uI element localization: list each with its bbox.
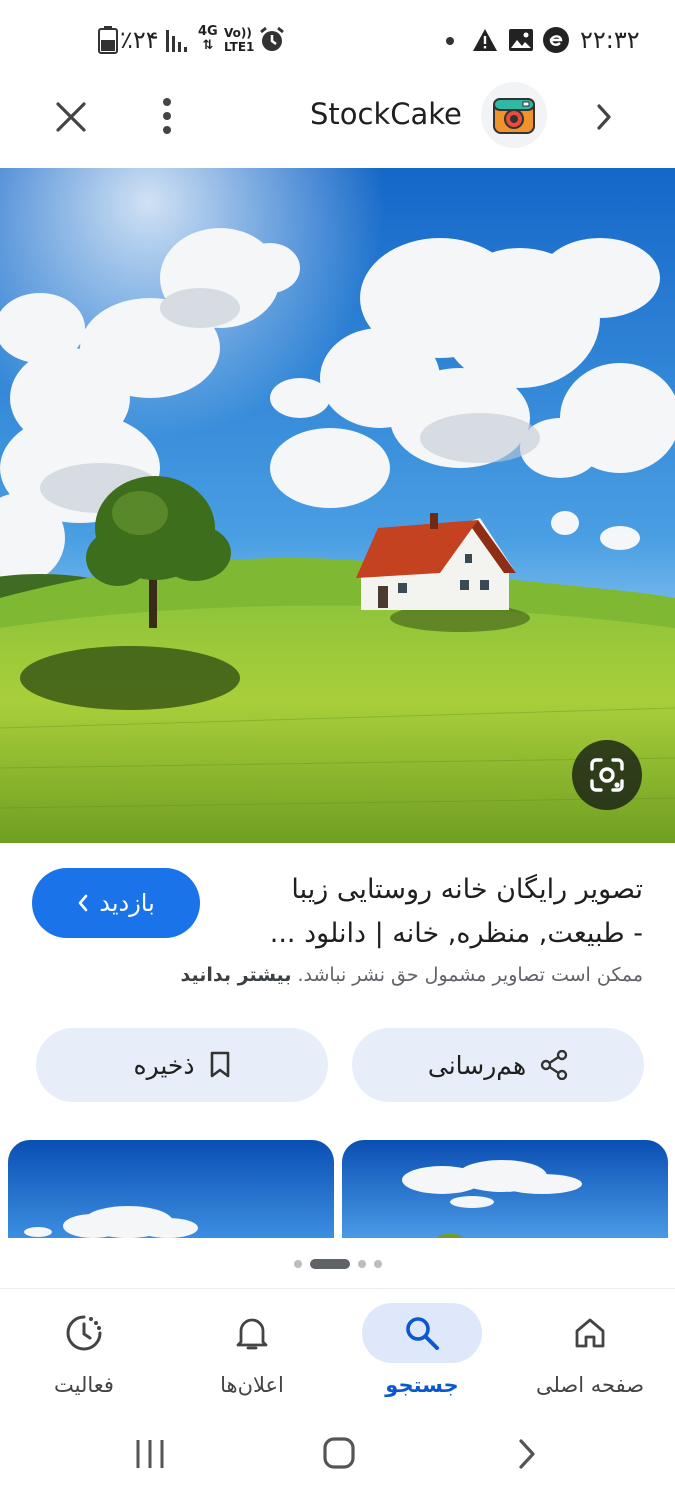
result-title[interactable]: تصویر رایگان خانه روستایی زیبا - طبیعت, …: [223, 868, 643, 956]
site-favicon[interactable]: [481, 82, 547, 148]
back-icon[interactable]: [516, 1438, 538, 1470]
activity-icon: [66, 1315, 102, 1351]
visit-button[interactable]: بازدید: [32, 868, 200, 938]
bottom-navigation: صفحه اصلی جستجو اعلان‌ها فعالیت: [0, 1288, 675, 1417]
nav-search-label: جستجو: [385, 1373, 459, 1397]
home-button-icon[interactable]: [322, 1436, 356, 1470]
result-title-line2: - طبیعت, منظره, خانه | دانلود ...: [269, 918, 643, 949]
copyright-notice: ممکن است تصاویر مشمول حق نشر نباشد. بیشت…: [23, 964, 643, 986]
share-label: هم‌رسانی: [427, 1050, 527, 1080]
visit-label: بازدید: [99, 889, 155, 917]
save-button[interactable]: ذخیره: [36, 1028, 328, 1102]
top-bar: StockCake: [0, 80, 675, 168]
warning-icon: [473, 29, 497, 51]
related-image-thumbnail[interactable]: [342, 1140, 668, 1238]
bookmark-icon: [210, 1051, 229, 1078]
save-label: ذخیره: [133, 1050, 195, 1080]
nav-home[interactable]: صفحه اصلی: [510, 1289, 670, 1417]
nav-search[interactable]: جستجو: [342, 1289, 502, 1417]
notification-dot: [446, 37, 454, 45]
camera-logo-icon: [493, 98, 535, 134]
chevron-icon: [78, 894, 88, 912]
nav-home-label: صفحه اصلی: [535, 1373, 645, 1397]
nav-search-icon-wrap: [362, 1303, 482, 1363]
nav-notifications-label: اعلان‌ها: [220, 1373, 284, 1397]
carousel-dot-active: [309, 1259, 350, 1269]
nav-notifications-icon-wrap: [192, 1303, 312, 1363]
lens-button[interactable]: [572, 740, 642, 810]
battery-icon: [98, 26, 118, 54]
home-icon: [575, 1318, 605, 1348]
recent-apps-icon[interactable]: [134, 1438, 166, 1470]
signal-icon: [166, 30, 187, 52]
share-button[interactable]: هم‌رسانی: [352, 1028, 644, 1102]
more-options-icon[interactable]: [158, 96, 176, 136]
result-image[interactable]: [0, 168, 675, 843]
copyright-text: ممکن است تصاویر مشمول حق نشر نباشد.: [297, 964, 644, 986]
nav-home-icon-wrap: [530, 1303, 650, 1363]
alarm-icon: [260, 26, 284, 51]
battery-percent: ٪۲۴: [120, 26, 159, 54]
carousel-dot: [293, 1260, 302, 1268]
nav-activity-label: فعالیت: [54, 1373, 114, 1397]
nav-notifications[interactable]: اعلان‌ها: [172, 1289, 332, 1417]
clock: ۲۲:۳۲: [580, 26, 640, 54]
related-image-thumbnail[interactable]: [8, 1140, 334, 1238]
lens-icon: [590, 758, 624, 792]
network-type: 4G ⇅: [198, 24, 218, 53]
carousel-dot: [357, 1260, 366, 1268]
carousel-dot: [373, 1260, 382, 1268]
chevron-right-icon[interactable]: [592, 102, 616, 132]
gallery-icon: [509, 29, 533, 51]
sky-thumbnail: [8, 1140, 334, 1238]
learn-more-link[interactable]: بیشتر بدانید: [181, 964, 292, 986]
app-notification-icon: [543, 27, 569, 53]
search-icon: [406, 1317, 439, 1350]
volte-label: Vo)) LTE1: [224, 26, 255, 54]
close-icon[interactable]: [54, 100, 88, 134]
system-navigation-bar: [0, 1416, 675, 1500]
nav-activity[interactable]: فعالیت: [4, 1289, 164, 1417]
carousel-indicator: [0, 1256, 675, 1272]
sky-thumbnail: [342, 1140, 668, 1238]
status-bar: ٪۲۴ 4G ⇅ Vo)) LTE1 ۲۲:۳۲: [0, 0, 675, 80]
share-icon: [540, 1050, 568, 1080]
site-name[interactable]: StockCake: [310, 97, 462, 131]
nav-activity-icon-wrap: [24, 1303, 144, 1363]
bell-icon: [236, 1318, 268, 1350]
landscape-image: [0, 168, 675, 843]
result-title-line1: تصویر رایگان خانه روستایی زیبا: [291, 874, 643, 905]
